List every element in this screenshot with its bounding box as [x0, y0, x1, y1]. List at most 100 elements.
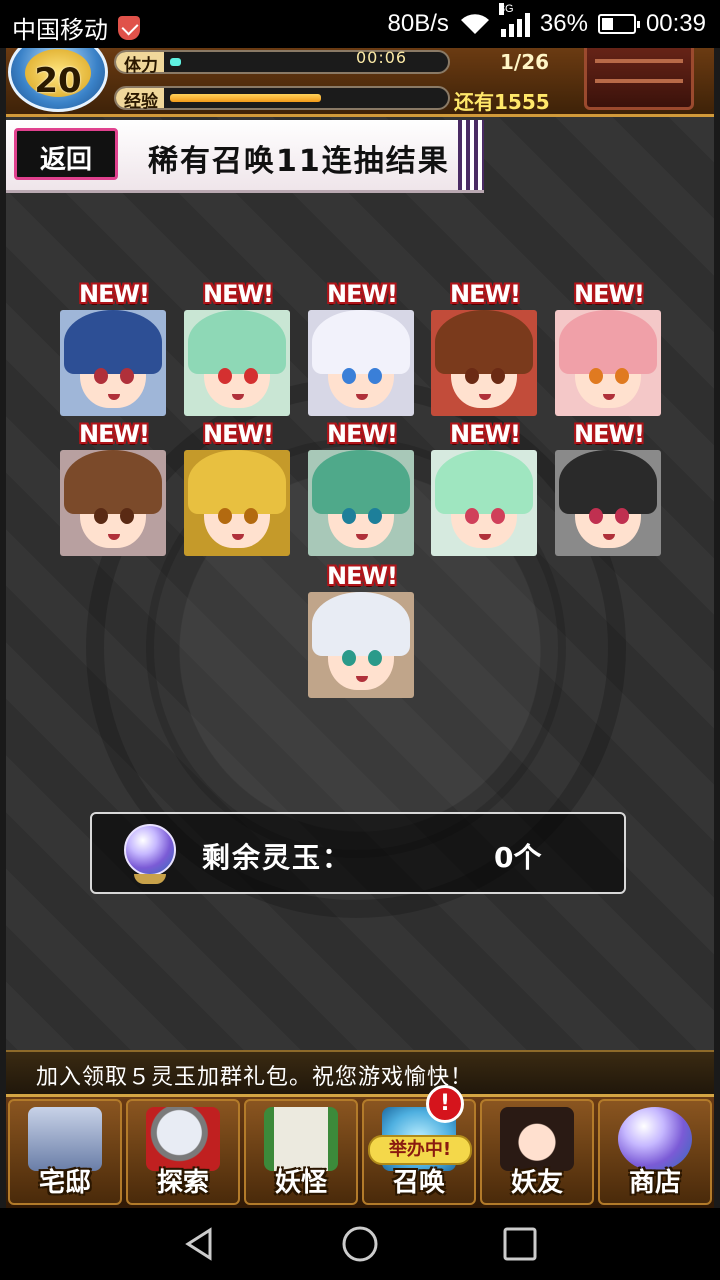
stamina-count: 1/26 — [500, 50, 550, 74]
portrait-hair — [435, 450, 533, 514]
triangle-back-icon[interactable] — [180, 1224, 220, 1264]
jade-counter: 剩余灵玉： 0个 — [90, 812, 626, 894]
portrait-hair — [188, 310, 286, 374]
jade-value: 0个 — [494, 841, 542, 874]
shikigami-card[interactable] — [184, 450, 290, 556]
nav-mansion-label: 宅邸 — [38, 1168, 91, 1198]
exp-label: 经验 — [124, 92, 158, 112]
new-badge: NEW! — [327, 280, 398, 308]
portrait-eye — [94, 368, 108, 384]
new-badge: NEW! — [450, 420, 521, 448]
portrait-hair — [312, 450, 410, 514]
nav-yokai[interactable]: 妖怪 — [244, 1099, 358, 1205]
nav-friends-label: 妖友 — [510, 1168, 563, 1198]
title-banner: 返回 稀有召唤11连抽结果 — [6, 120, 484, 193]
exp-fill — [170, 94, 322, 102]
event-active-tag: 举办中! — [368, 1135, 472, 1165]
new-badge: NEW! — [574, 280, 645, 308]
portrait-eye — [615, 508, 629, 524]
new-badge: NEW! — [203, 420, 274, 448]
nav-explore-label: 探索 — [156, 1168, 209, 1198]
security-shield-icon — [118, 15, 140, 40]
player-level: 20 — [34, 61, 82, 101]
page-title: 稀有召唤11连抽结果 — [148, 144, 450, 179]
treasure-chest-icon[interactable] — [584, 48, 694, 110]
shikigami-card[interactable] — [308, 310, 414, 416]
new-badge: NEW! — [574, 420, 645, 448]
stamina-label: 体力 — [124, 56, 158, 76]
shikigami-card[interactable] — [431, 310, 537, 416]
status-right: 80B/s 3G 36% 00:39 — [388, 3, 706, 38]
stamina-bar: 体力 00:06 — [114, 48, 450, 76]
portrait-eye — [615, 368, 629, 384]
nav-shop[interactable]: 商店 — [598, 1099, 712, 1205]
new-badge: NEW! — [79, 420, 150, 448]
battery-percent: 36% — [539, 10, 588, 37]
portrait-hair — [64, 310, 162, 374]
shikigami-card[interactable] — [555, 310, 661, 416]
portrait-eye — [218, 368, 232, 384]
jade-label: 剩余灵玉： — [202, 841, 353, 874]
portrait-eye — [368, 650, 382, 666]
portrait-eye — [342, 650, 356, 666]
portrait-eye — [491, 508, 505, 524]
shikigami-card[interactable] — [308, 592, 414, 698]
portrait-eye — [465, 508, 479, 524]
banner-stripe-decoration — [458, 120, 484, 190]
nav-shop-label: 商店 — [628, 1168, 681, 1198]
portrait-eye — [589, 368, 603, 384]
portrait-eye — [589, 508, 603, 524]
status-left: 中国移动 — [12, 10, 140, 45]
nav-friends[interactable]: 妖友 — [480, 1099, 594, 1205]
shikigami-card[interactable] — [60, 450, 166, 556]
back-button[interactable]: 返回 — [9, 123, 129, 191]
portrait-eye — [491, 368, 505, 384]
nav-summon[interactable]: 举办中! ! 召唤 — [362, 1085, 476, 1205]
shikigami-card[interactable] — [308, 450, 414, 556]
news-ticker: 加入领取５灵玉加群礼包。祝您游戏愉快！ — [6, 1050, 714, 1096]
orb-stand — [134, 874, 166, 884]
circle-home-icon[interactable] — [340, 1224, 380, 1264]
cell-signal-icon: 3G — [498, 3, 530, 37]
new-badge: NEW! — [327, 420, 398, 448]
portrait-hair — [64, 450, 162, 514]
portrait-eye — [244, 508, 258, 524]
system-nav-bar — [0, 1208, 720, 1280]
nav-summon-label: 召唤 — [392, 1168, 445, 1198]
portrait-eye — [368, 508, 382, 524]
game-screen: 20 体力 00:06 经验 1/26 还有1555 返回 稀有召唤11连抽结果… — [6, 48, 714, 1208]
portrait-eye — [120, 368, 134, 384]
battery-fill — [601, 18, 613, 30]
portrait-eye — [244, 368, 258, 384]
shikigami-card[interactable] — [555, 450, 661, 556]
nav-mansion[interactable]: 宅邸 — [8, 1099, 122, 1205]
shikigami-card[interactable] — [184, 310, 290, 416]
new-badge: NEW! — [203, 280, 274, 308]
level-badge[interactable]: 20 — [8, 48, 108, 112]
portrait-hair — [435, 310, 533, 374]
ticker-text: 加入领取５灵玉加群礼包。祝您游戏愉快！ — [36, 1065, 474, 1090]
shikigami-card[interactable] — [60, 310, 166, 416]
portrait-eye — [218, 508, 232, 524]
portrait-hair — [312, 310, 410, 374]
player-hud: 20 体力 00:06 经验 1/26 还有1555 — [6, 48, 714, 117]
wifi-icon — [459, 12, 491, 36]
square-recents-icon[interactable] — [500, 1224, 540, 1264]
portrait-eye — [368, 368, 382, 384]
clock: 00:39 — [645, 10, 706, 37]
portrait-hair — [312, 592, 410, 656]
status-bar: 中国移动 80B/s 3G 36% 00:39 — [0, 0, 720, 48]
bottom-nav: 宅邸 探索 妖怪 举办中! ! 召唤 妖友 商店 — [6, 1085, 714, 1208]
stamina-fill — [170, 58, 181, 66]
portrait-eye — [465, 368, 479, 384]
back-button-label: 返回 — [39, 145, 92, 175]
portrait-eye — [120, 508, 134, 524]
portrait-eye — [342, 508, 356, 524]
nav-explore[interactable]: 探索 — [126, 1099, 240, 1205]
new-badge: NEW! — [327, 562, 398, 590]
battery-icon — [597, 14, 640, 34]
spirit-jade-orb-icon — [124, 824, 176, 876]
portrait-hair — [559, 450, 657, 514]
shikigami-card[interactable] — [431, 450, 537, 556]
new-badge: NEW! — [79, 280, 150, 308]
